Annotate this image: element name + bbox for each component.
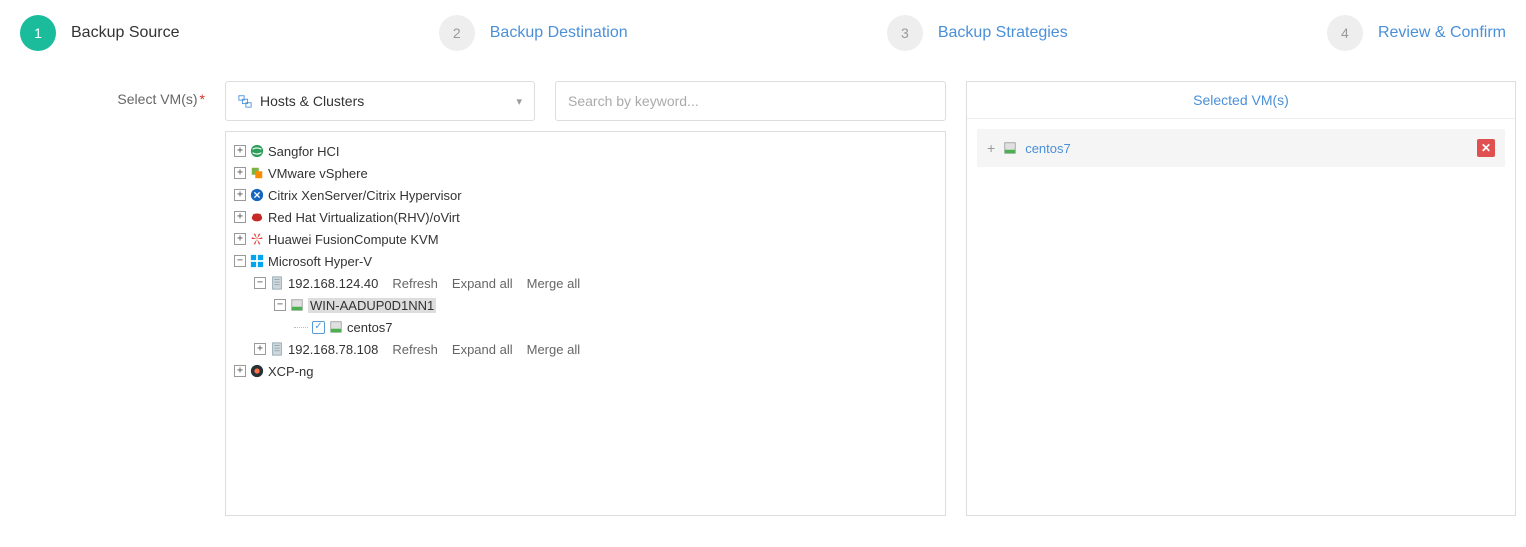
step-label-1: Backup Source [71, 24, 180, 42]
tree-node-redhat[interactable]: + Red Hat Virtualization(RHV)/oVirt [230, 206, 941, 228]
merge-all-link[interactable]: Merge all [527, 342, 580, 357]
collapse-icon[interactable]: − [254, 277, 266, 289]
hyperv-icon [250, 254, 264, 268]
refresh-link[interactable]: Refresh [392, 342, 438, 357]
select-vms-label: Select VM(s)* [10, 81, 205, 107]
huawei-icon [250, 232, 264, 246]
tree-node-host-2[interactable]: + 192.168.78.108 Refresh Expand all Merg… [230, 338, 941, 360]
vm-tree: + Sangfor HCI + VMware vSphere + Citrix … [225, 131, 946, 516]
selected-vms-header: Selected VM(s) [967, 82, 1515, 119]
tree-node-host-1[interactable]: − 192.168.124.40 Refresh Expand all Merg… [230, 272, 941, 294]
expand-icon[interactable]: + [234, 365, 246, 377]
collapse-icon[interactable]: − [274, 299, 286, 311]
host-icon [270, 342, 284, 356]
step-number-1: 1 [20, 15, 56, 51]
selected-vms-panel: Selected VM(s) + centos7 ✕ [966, 81, 1516, 516]
expand-icon[interactable]: + [234, 233, 246, 245]
dropdown-label: Hosts & Clusters [260, 93, 364, 109]
tree-node-vm-centos7[interactable]: centos7 [230, 316, 941, 338]
required-indicator: * [200, 91, 205, 107]
wizard-steps: 1 Backup Source 2 Backup Destination 3 B… [0, 0, 1526, 81]
selected-vm-item: + centos7 ✕ [977, 129, 1505, 167]
server-icon [290, 298, 304, 312]
tree-node-sangfor[interactable]: + Sangfor HCI [230, 140, 941, 162]
tree-node-huawei[interactable]: + Huawei FusionCompute KVM [230, 228, 941, 250]
expand-icon[interactable]: + [234, 189, 246, 201]
step-number-4: 4 [1327, 15, 1363, 51]
expand-selected-icon[interactable]: + [987, 140, 995, 156]
vm-checkbox[interactable] [312, 321, 325, 334]
vm-icon [1003, 141, 1017, 155]
redhat-icon [250, 210, 264, 224]
expand-all-link[interactable]: Expand all [452, 276, 513, 291]
search-input[interactable] [555, 81, 946, 121]
merge-all-link[interactable]: Merge all [527, 276, 580, 291]
step-label-3: Backup Strategies [938, 24, 1068, 42]
refresh-link[interactable]: Refresh [392, 276, 438, 291]
vmware-icon [250, 166, 264, 180]
remove-selected-button[interactable]: ✕ [1477, 139, 1495, 157]
expand-icon[interactable]: + [234, 145, 246, 157]
step-label-2: Backup Destination [490, 24, 628, 42]
chevron-down-icon: ▾ [516, 95, 522, 108]
hosts-clusters-icon [238, 94, 252, 108]
hosts-clusters-dropdown[interactable]: Hosts & Clusters ▾ [225, 81, 535, 121]
tree-connector [294, 327, 308, 328]
expand-all-link[interactable]: Expand all [452, 342, 513, 357]
step-number-3: 3 [887, 15, 923, 51]
expand-icon[interactable]: + [254, 343, 266, 355]
tree-node-vmware[interactable]: + VMware vSphere [230, 162, 941, 184]
xcpng-icon [250, 364, 264, 378]
host-icon [270, 276, 284, 290]
expand-icon[interactable]: + [234, 167, 246, 179]
step-backup-destination[interactable]: 2 Backup Destination [439, 15, 628, 51]
tree-node-hyperv[interactable]: − Microsoft Hyper-V [230, 250, 941, 272]
citrix-icon [250, 188, 264, 202]
expand-icon[interactable]: + [234, 211, 246, 223]
step-number-2: 2 [439, 15, 475, 51]
step-backup-strategies[interactable]: 3 Backup Strategies [887, 15, 1068, 51]
sangfor-icon [250, 144, 264, 158]
tree-node-xcpng[interactable]: + XCP-ng [230, 360, 941, 382]
step-review-confirm[interactable]: 4 Review & Confirm [1327, 15, 1506, 51]
selected-vm-label: centos7 [1025, 141, 1071, 156]
collapse-icon[interactable]: − [234, 255, 246, 267]
tree-node-win-host[interactable]: − WIN-AADUP0D1NN1 [230, 294, 941, 316]
step-backup-source[interactable]: 1 Backup Source [20, 15, 180, 51]
step-label-4: Review & Confirm [1378, 24, 1506, 42]
vm-icon [329, 320, 343, 334]
tree-node-citrix[interactable]: + Citrix XenServer/Citrix Hypervisor [230, 184, 941, 206]
